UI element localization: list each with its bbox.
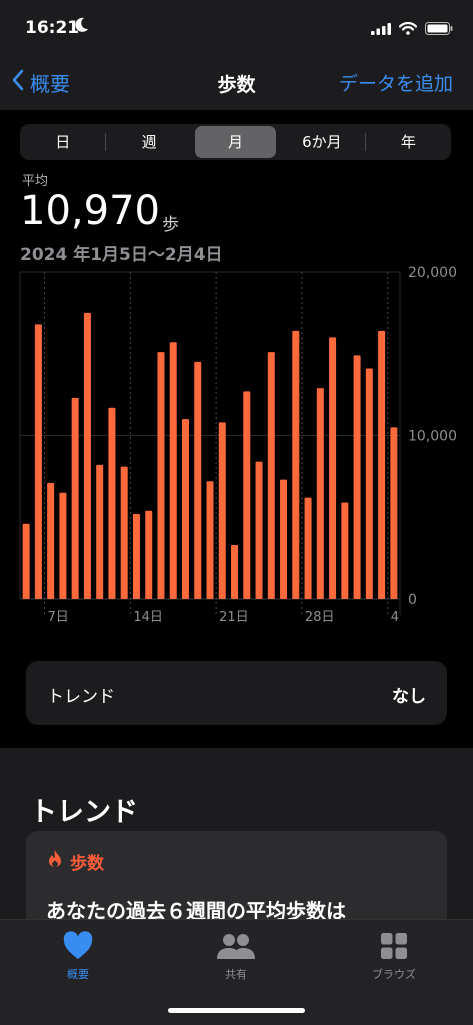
average-value: 10,970 (20, 188, 160, 234)
bar-day[interactable] (157, 352, 165, 599)
bar-day[interactable] (145, 510, 153, 599)
tab-browse-label: ブラウズ (372, 968, 416, 981)
bar-day[interactable] (34, 324, 42, 599)
bar-day[interactable] (218, 422, 226, 599)
segment-divider (364, 133, 366, 151)
y-tick-label: 10,000 (408, 429, 457, 445)
navigation-bar: 概要 歩数 データを追加 (0, 52, 473, 110)
trend-card-header: 歩数 (46, 849, 104, 874)
trend-card-label: 歩数 (70, 854, 104, 874)
bar-day[interactable] (132, 513, 140, 599)
bar-day[interactable] (96, 464, 104, 599)
segment-6-months[interactable]: 6か月 (281, 126, 362, 158)
tab-browse[interactable]: ブラウズ (344, 930, 444, 982)
segment-day[interactable]: 日 (22, 126, 103, 158)
status-bar: 16:21 (0, 0, 473, 52)
x-tick-label: 28日 (305, 610, 335, 625)
bar-day[interactable] (329, 337, 337, 599)
segment-month[interactable]: 月 (194, 126, 277, 158)
heart-icon (28, 930, 128, 962)
tab-sharing-label: 共有 (225, 968, 247, 981)
tab-summary-label: 概要 (67, 968, 89, 981)
grid-icon (344, 930, 444, 962)
bar-day[interactable] (255, 461, 263, 599)
wifi-icon (398, 20, 418, 39)
y-tick-label: 20,000 (408, 265, 457, 281)
x-tick-label: 21日 (219, 610, 249, 625)
segment-year[interactable]: 年 (368, 126, 449, 158)
average-unit: 歩 (162, 215, 179, 235)
tab-summary[interactable]: 概要 (28, 930, 128, 982)
trend-section-title: トレンド (30, 797, 138, 828)
bar-day[interactable] (108, 407, 116, 599)
trend-row[interactable]: トレンド なし (26, 661, 447, 725)
bar-day[interactable] (353, 355, 361, 599)
bar-day[interactable] (231, 545, 239, 599)
bar-day[interactable] (206, 481, 214, 599)
x-tick-label: 14日 (133, 610, 163, 625)
status-time: 16:21 (25, 18, 80, 38)
bar-day[interactable] (267, 352, 275, 599)
bar-day[interactable] (169, 342, 177, 599)
y-tick-label: 0 (408, 592, 417, 608)
bar-day[interactable] (378, 330, 386, 599)
bar-day[interactable] (120, 466, 128, 599)
period-segmented-control: 日 週 月 6か月 年 (20, 124, 451, 160)
average-label: 平均 (22, 174, 49, 189)
moon-icon (75, 17, 89, 37)
trend-row-label: トレンド (47, 687, 115, 707)
bar-day[interactable] (59, 492, 67, 599)
add-data-button[interactable]: データを追加 (339, 69, 453, 96)
bar-day[interactable] (316, 388, 324, 599)
bar-day[interactable] (280, 479, 288, 599)
tab-sharing[interactable]: 共有 (186, 930, 286, 982)
people-icon (186, 930, 286, 962)
steps-bar-chart[interactable]: 7日 14日 21日 28日 4 20,000 10,000 0 (0, 260, 473, 630)
trend-row-value: なし (392, 687, 426, 707)
bar-day[interactable] (71, 397, 79, 599)
x-tick-label: 4 (391, 610, 399, 625)
segment-week[interactable]: 週 (108, 126, 189, 158)
bar-day[interactable] (83, 312, 91, 599)
flame-icon (46, 849, 64, 874)
signal-icon (371, 20, 391, 39)
segment-divider (105, 133, 107, 151)
bar-day[interactable] (365, 368, 373, 599)
home-indicator (168, 1008, 305, 1013)
bar-day[interactable] (390, 427, 398, 599)
bar-day[interactable] (304, 497, 312, 599)
x-tick-label: 7日 (48, 610, 69, 625)
bar-day[interactable] (47, 482, 55, 599)
bar-day[interactable] (22, 523, 30, 599)
bar-day[interactable] (341, 502, 349, 599)
bar-day[interactable] (292, 330, 300, 599)
bar-day[interactable] (181, 419, 189, 599)
bar-day[interactable] (243, 391, 251, 599)
bar-day[interactable] (194, 361, 202, 599)
battery-icon (425, 20, 453, 39)
